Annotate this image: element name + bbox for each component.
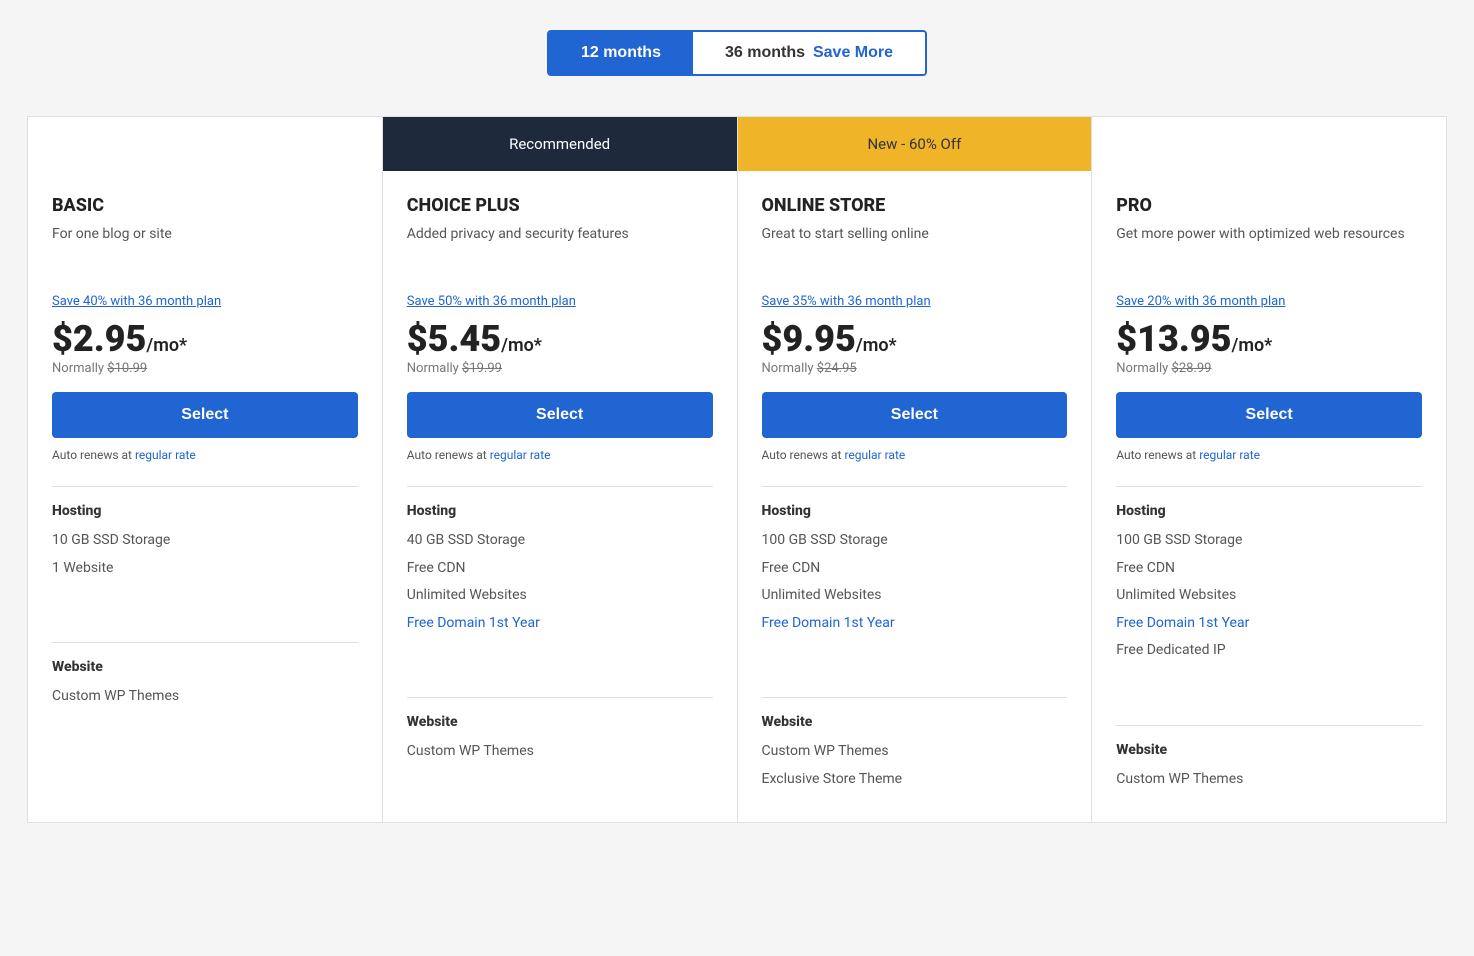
- select-button-choice-plus[interactable]: Select: [407, 392, 713, 438]
- plan-body-basic: BASIC For one blog or site Save 40% with…: [28, 171, 382, 739]
- auto-renew-choice-plus: Auto renews at regular rate: [407, 448, 713, 462]
- plan-badge-basic: [28, 117, 382, 171]
- website-title-basic: Website: [52, 659, 358, 675]
- hosting-title-basic: Hosting: [52, 503, 358, 519]
- plan-price-online-store: $9.95/mo*: [762, 321, 1068, 357]
- auto-renew-pro: Auto renews at regular rate: [1116, 448, 1422, 462]
- website-feature-item: Custom WP Themes: [407, 742, 713, 762]
- divider-hosting-choice-plus: [407, 486, 713, 487]
- plan-description-choice-plus: Added privacy and security features: [407, 224, 713, 274]
- divider-website-online-store: [762, 697, 1068, 698]
- save-link-pro[interactable]: Save 20% with 36 month plan: [1116, 294, 1422, 309]
- billing-toggle-inner: 12 months 36 months Save More: [547, 30, 927, 76]
- plan-name-basic: BASIC: [52, 195, 358, 216]
- website-feature-item: Custom WP Themes: [52, 687, 358, 707]
- plans-container: BASIC For one blog or site Save 40% with…: [27, 116, 1447, 823]
- hosting-feature-item: Free CDN: [762, 559, 1068, 579]
- hosting-feature-item: Unlimited Websites: [407, 586, 713, 606]
- divider-website-basic: [52, 642, 358, 643]
- divider-website-pro: [1116, 725, 1422, 726]
- website-title-online-store: Website: [762, 714, 1068, 730]
- hosting-feature-item: Free Dedicated IP: [1116, 641, 1422, 661]
- plan-normal-price-basic: Normally $10.99: [52, 361, 358, 376]
- website-feature-item: Custom WP Themes: [762, 742, 1068, 762]
- auto-renew-online-store: Auto renews at regular rate: [762, 448, 1068, 462]
- divider-hosting-basic: [52, 486, 358, 487]
- divider-hosting-pro: [1116, 486, 1422, 487]
- hosting-feature-item: 100 GB SSD Storage: [762, 531, 1068, 551]
- regular-rate-pro: regular rate: [1199, 448, 1260, 462]
- hosting-feature-item: Free CDN: [1116, 559, 1422, 579]
- plan-price-pro: $13.95/mo*: [1116, 321, 1422, 357]
- plan-badge-choice-plus: Recommended: [383, 117, 737, 171]
- plan-col-basic: BASIC For one blog or site Save 40% with…: [28, 117, 383, 822]
- regular-rate-online-store: regular rate: [844, 448, 905, 462]
- plan-col-choice-plus: Recommended CHOICE PLUS Added privacy an…: [383, 117, 738, 822]
- plan-body-online-store: ONLINE STORE Great to start selling onli…: [738, 171, 1092, 822]
- website-title-pro: Website: [1116, 742, 1422, 758]
- hosting-feature-item: 10 GB SSD Storage: [52, 531, 358, 551]
- divider-website-choice-plus: [407, 697, 713, 698]
- plan-col-pro: PRO Get more power with optimized web re…: [1092, 117, 1446, 822]
- toggle-12-months[interactable]: 12 months: [549, 32, 693, 74]
- hosting-feature-item: 100 GB SSD Storage: [1116, 531, 1422, 551]
- hosting-title-pro: Hosting: [1116, 503, 1422, 519]
- plan-name-pro: PRO: [1116, 195, 1422, 216]
- hosting-title-choice-plus: Hosting: [407, 503, 713, 519]
- plan-price-choice-plus: $5.45/mo*: [407, 321, 713, 357]
- plan-description-online-store: Great to start selling online: [762, 224, 1068, 274]
- hosting-feature-item: 40 GB SSD Storage: [407, 531, 713, 551]
- plan-price-basic: $2.95/mo*: [52, 321, 358, 357]
- select-button-basic[interactable]: Select: [52, 392, 358, 438]
- toggle-36-label: 36 months: [725, 44, 805, 62]
- plan-badge-online-store: New - 60% Off: [738, 117, 1092, 171]
- plan-name-online-store: ONLINE STORE: [762, 195, 1068, 216]
- website-feature-item: Custom WP Themes: [1116, 770, 1422, 790]
- plan-body-pro: PRO Get more power with optimized web re…: [1092, 171, 1446, 822]
- divider-hosting-online-store: [762, 486, 1068, 487]
- plan-description-basic: For one blog or site: [52, 224, 358, 274]
- select-button-pro[interactable]: Select: [1116, 392, 1422, 438]
- save-more-label: Save More: [813, 44, 893, 62]
- toggle-36-months[interactable]: 36 months Save More: [693, 32, 925, 74]
- plan-normal-price-choice-plus: Normally $19.99: [407, 361, 713, 376]
- hosting-feature-item: Unlimited Websites: [1116, 586, 1422, 606]
- auto-renew-basic: Auto renews at regular rate: [52, 448, 358, 462]
- plan-normal-price-online-store: Normally $24.95: [762, 361, 1068, 376]
- plan-name-choice-plus: CHOICE PLUS: [407, 195, 713, 216]
- regular-rate-basic: regular rate: [135, 448, 196, 462]
- plan-normal-price-pro: Normally $28.99: [1116, 361, 1422, 376]
- billing-toggle: 12 months 36 months Save More: [20, 30, 1454, 76]
- plan-description-pro: Get more power with optimized web resour…: [1116, 224, 1422, 274]
- plan-badge-pro: [1092, 117, 1446, 171]
- select-button-online-store[interactable]: Select: [762, 392, 1068, 438]
- hosting-feature-item: Free Domain 1st Year: [1116, 614, 1422, 634]
- save-link-online-store[interactable]: Save 35% with 36 month plan: [762, 294, 1068, 309]
- hosting-feature-item: Unlimited Websites: [762, 586, 1068, 606]
- plan-col-online-store: New - 60% Off ONLINE STORE Great to star…: [738, 117, 1093, 822]
- regular-rate-choice-plus: regular rate: [490, 448, 551, 462]
- website-feature-item: Exclusive Store Theme: [762, 770, 1068, 790]
- hosting-feature-item: Free CDN: [407, 559, 713, 579]
- hosting-feature-item: 1 Website: [52, 559, 358, 579]
- hosting-feature-item: Free Domain 1st Year: [407, 614, 713, 634]
- plan-body-choice-plus: CHOICE PLUS Added privacy and security f…: [383, 171, 737, 794]
- website-title-choice-plus: Website: [407, 714, 713, 730]
- save-link-choice-plus[interactable]: Save 50% with 36 month plan: [407, 294, 713, 309]
- hosting-feature-item: Free Domain 1st Year: [762, 614, 1068, 634]
- save-link-basic[interactable]: Save 40% with 36 month plan: [52, 294, 358, 309]
- hosting-title-online-store: Hosting: [762, 503, 1068, 519]
